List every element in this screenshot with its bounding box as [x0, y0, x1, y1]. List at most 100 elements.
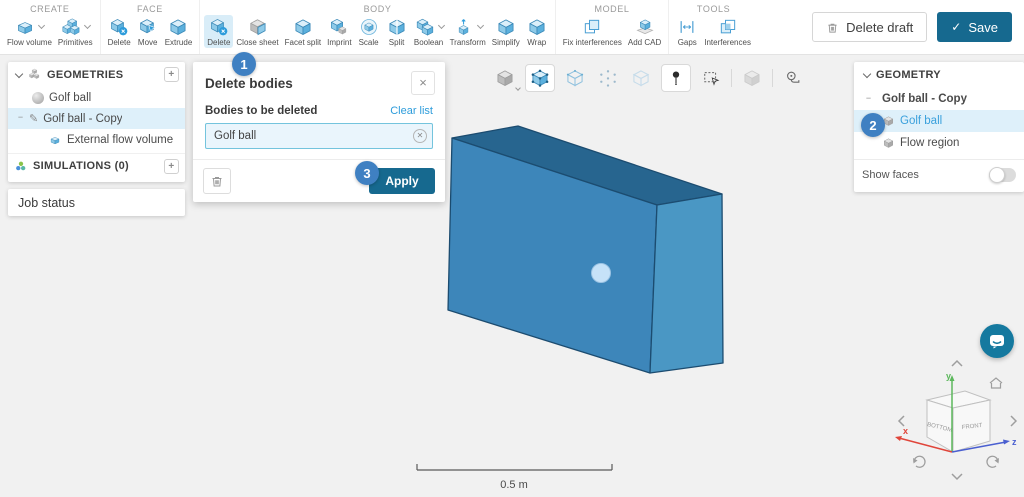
chevron-down-icon[interactable] — [515, 85, 521, 91]
toolbar-button-gaps[interactable]: Gaps — [673, 15, 701, 48]
marquee-select-icon — [701, 68, 721, 88]
select-body-mode-button[interactable] — [525, 64, 555, 92]
group-label-face: FACE — [137, 4, 163, 14]
explode-view-button[interactable] — [739, 65, 765, 91]
axis-z-label: z — [1012, 437, 1017, 447]
add-simulation-button[interactable]: + — [164, 159, 179, 174]
toolbar-group-create: CREATE Flow volume Primitives — [0, 0, 100, 54]
toolbar-button-boolean[interactable]: Boolean — [411, 15, 447, 48]
probe-point-button[interactable] — [661, 64, 691, 92]
roll-ccw-icon[interactable] — [913, 456, 925, 467]
rotate-left-arrow[interactable] — [899, 416, 904, 426]
tree-item-golf-ball[interactable]: Golf ball — [8, 87, 185, 108]
toolbar-button-delete-body[interactable]: Delete — [204, 15, 233, 48]
job-status-panel[interactable]: Job status — [8, 189, 185, 216]
save-button[interactable]: ✓ Save — [937, 12, 1012, 42]
geometry-header-row[interactable]: GEOMETRY — [854, 62, 1024, 88]
toolbar-button-facet-split[interactable]: Facet split — [282, 15, 324, 48]
toolbar-button-imprint[interactable]: Imprint — [324, 15, 354, 48]
geometries-header-row[interactable]: GEOMETRIES + — [8, 62, 185, 87]
clear-list-link[interactable]: Clear list — [390, 105, 433, 117]
select-face-mode-button[interactable] — [562, 65, 588, 91]
toolbar-button-add-cad[interactable]: Add CAD — [625, 15, 664, 48]
simplify-icon — [495, 17, 517, 37]
boolean-icon — [414, 17, 436, 37]
extrude-face-icon — [167, 17, 189, 37]
delete-draft-button[interactable]: Delete draft — [812, 12, 927, 42]
shaded-cube-icon — [495, 68, 515, 88]
chevron-down-icon[interactable] — [438, 22, 445, 29]
show-faces-toggle[interactable] — [989, 168, 1016, 182]
toolbar-button-fix-interferences[interactable]: Fix interferences — [560, 15, 625, 48]
rotate-up-arrow[interactable] — [952, 361, 962, 366]
flow-volume-body[interactable] — [448, 126, 723, 373]
toolbar-group-body: BODY Delete Close sheet Facet split Impr… — [199, 0, 554, 54]
toolbar-separator — [731, 69, 732, 87]
group-label-model: MODEL — [594, 4, 629, 14]
add-cad-icon — [634, 17, 656, 37]
delete-body-icon — [208, 17, 230, 37]
close-icon[interactable]: × — [411, 71, 435, 95]
chevron-down-icon[interactable] — [84, 22, 91, 29]
bodies-input[interactable] — [205, 123, 433, 149]
toolbar-button-interferences[interactable]: Interferences — [701, 15, 754, 48]
toolbar-button-primitives[interactable]: Primitives — [55, 15, 96, 48]
roll-cw-icon[interactable] — [987, 456, 999, 467]
group-label-create: CREATE — [30, 4, 69, 14]
toolbar-button-flow-volume[interactable]: Flow volume — [4, 15, 55, 48]
collapse-toggle[interactable]: − — [16, 114, 25, 123]
show-faces-row: Show faces — [854, 160, 1024, 190]
wrap-icon — [526, 17, 548, 37]
toolbar-button-simplify[interactable]: Simplify — [489, 15, 523, 48]
axis-x-label: x — [903, 426, 908, 436]
topbar-actions: Delete draft ✓ Save — [812, 0, 1024, 54]
rotate-right-arrow[interactable] — [1011, 416, 1016, 426]
scene-tree-panel: GEOMETRIES + Golf ball − ✎ Golf ball - C… — [8, 62, 185, 182]
transform-icon — [453, 17, 475, 37]
view-cube[interactable] — [927, 391, 990, 452]
toolbar-button-wrap[interactable]: Wrap — [523, 15, 551, 48]
chevron-down-icon[interactable] — [38, 22, 45, 29]
ghost-cube-icon — [631, 68, 651, 88]
measure-tool-button[interactable] — [780, 65, 806, 91]
hide-body-mode-button[interactable] — [628, 65, 654, 91]
toolbar-button-scale[interactable]: Scale — [355, 15, 383, 48]
toolbar-button-delete-face[interactable]: Delete — [105, 15, 134, 48]
toolbar-button-extrude-face[interactable]: Extrude — [162, 15, 196, 48]
interferences-icon — [717, 17, 739, 37]
chevron-down-icon[interactable] — [863, 70, 871, 78]
geometries-icon — [28, 68, 42, 81]
bodies-field-label: Bodies to be deleted — [205, 105, 317, 117]
toolbar-group-model: MODEL Fix interferences Add CAD — [555, 0, 669, 54]
toolbar-button-split[interactable]: Split — [383, 15, 411, 48]
clear-input-icon[interactable]: ✕ — [413, 129, 427, 143]
support-chat-button[interactable] — [980, 324, 1014, 358]
remove-selection-button[interactable] — [203, 168, 231, 194]
box-right-face[interactable] — [650, 194, 723, 373]
simulations-header-row[interactable]: SIMULATIONS (0) + — [8, 153, 185, 178]
chevron-down-icon[interactable] — [477, 22, 484, 29]
tree-item-golf-ball-copy[interactable]: − ✎ Golf ball - Copy — [8, 108, 185, 129]
geometry-item-flow-region[interactable]: Flow region — [854, 132, 1024, 154]
tree-item-external-flow-volume[interactable]: External flow volume — [8, 129, 185, 150]
body-select-cube-icon — [530, 68, 550, 88]
simscale-cad-editor: 0.5 m CREATE Flow volume Primitives FACE — [0, 0, 1024, 497]
close-sheet-icon — [247, 17, 269, 37]
home-view-icon[interactable] — [990, 378, 1002, 388]
chevron-down-icon[interactable] — [15, 69, 23, 77]
add-geometry-button[interactable]: + — [164, 67, 179, 82]
collapse-toggle[interactable]: − — [864, 95, 873, 104]
toolbar-button-close-sheet[interactable]: Close sheet — [233, 15, 281, 48]
trash-icon — [826, 21, 839, 34]
rotate-down-arrow[interactable] — [952, 474, 962, 479]
toolbar-button-transform[interactable]: Transform — [447, 15, 489, 48]
render-mode-shaded-button[interactable] — [492, 65, 518, 91]
face-select-cube-icon — [565, 68, 585, 88]
golf-ball-body[interactable] — [592, 264, 611, 283]
toolbar-button-move-face[interactable]: Move — [134, 15, 162, 48]
box-select-button[interactable] — [698, 65, 724, 91]
select-vertex-mode-button[interactable] — [595, 65, 621, 91]
geometry-root-row[interactable]: − Golf ball - Copy — [854, 88, 1024, 110]
dialog-title: Delete bodies — [205, 76, 293, 91]
facet-split-icon — [292, 17, 314, 37]
